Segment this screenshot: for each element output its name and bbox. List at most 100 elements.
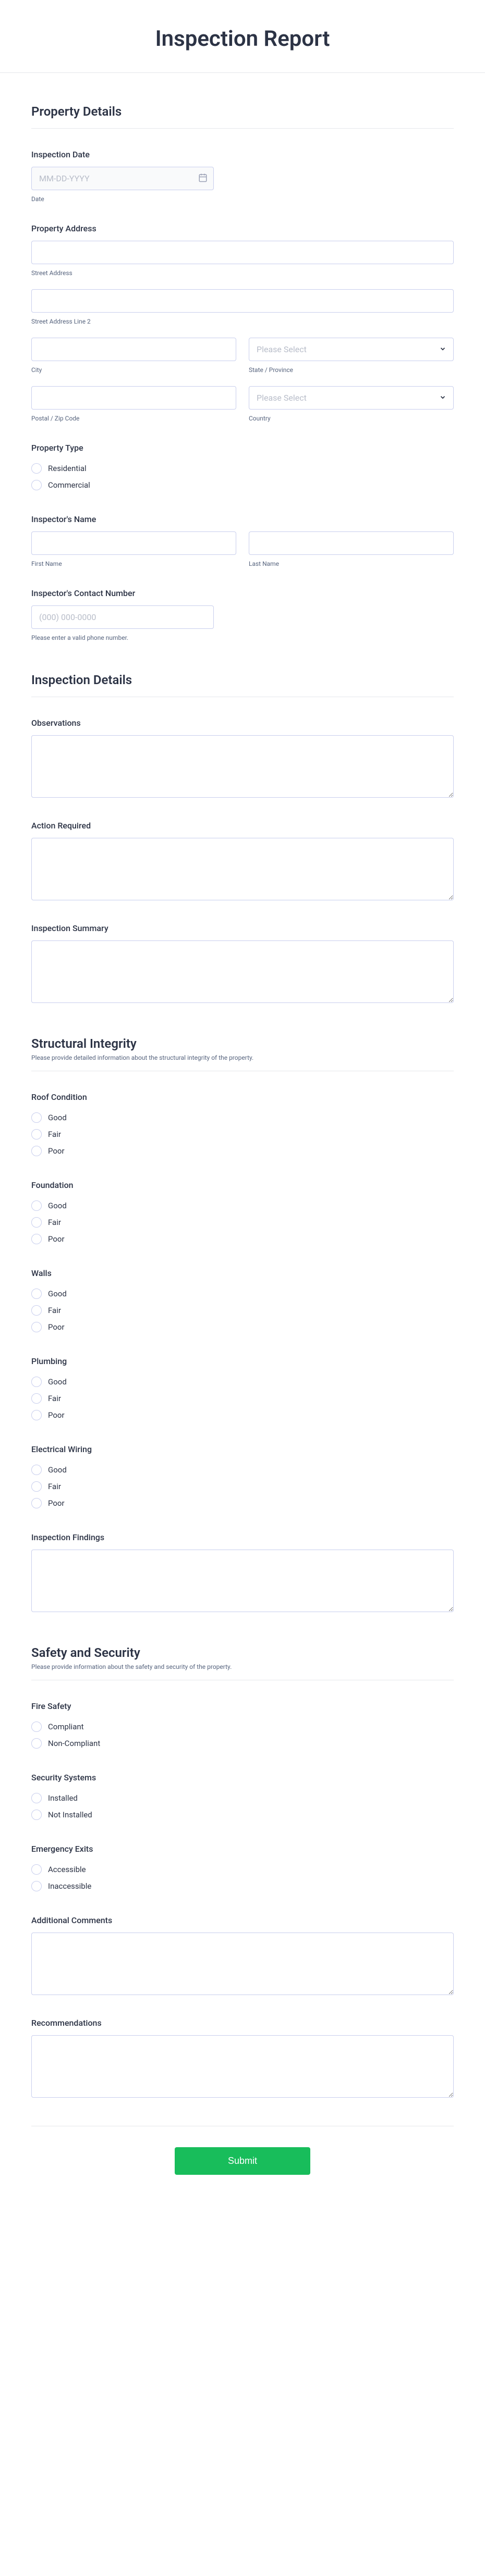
postal-input[interactable] <box>31 386 236 410</box>
property-address-label: Property Address <box>31 224 454 233</box>
radio-item[interactable]: Inaccessible <box>31 1878 454 1894</box>
inspection-summary-textarea[interactable] <box>31 940 454 1003</box>
roof-radio[interactable] <box>31 1112 42 1123</box>
radio-label: Fair <box>48 1218 61 1227</box>
radio-item[interactable]: Fair <box>31 1126 454 1143</box>
country-select[interactable]: Please Select <box>249 386 454 410</box>
radio-item[interactable]: Good <box>31 1285 454 1302</box>
roof-radio[interactable] <box>31 1146 42 1156</box>
recommendations-textarea[interactable] <box>31 2035 454 2098</box>
radio-label: Poor <box>48 1498 65 1508</box>
roof-radio[interactable] <box>31 1129 42 1140</box>
electrical-radio[interactable] <box>31 1481 42 1492</box>
electrical-radio[interactable] <box>31 1498 42 1508</box>
city-sublabel: City <box>31 366 236 374</box>
section-title: Inspection Details <box>31 673 454 687</box>
street-sublabel: Street Address <box>31 269 454 277</box>
foundation-radio[interactable] <box>31 1217 42 1228</box>
section-inspection-details: Inspection Details <box>31 673 454 697</box>
section-title: Safety and Security <box>31 1645 454 1660</box>
property-type-label: Property Type <box>31 443 454 453</box>
radio-item[interactable]: Good <box>31 1462 454 1478</box>
radio-item[interactable]: Fair <box>31 1478 454 1495</box>
section-title: Property Details <box>31 104 454 119</box>
radio-item[interactable]: Poor <box>31 1231 454 1247</box>
radio-item[interactable]: Fair <box>31 1390 454 1407</box>
emergency-exits-label: Emergency Exits <box>31 1844 454 1854</box>
fire-safety-label: Fire Safety <box>31 1701 454 1711</box>
phone-sublabel: Please enter a valid phone number. <box>31 634 454 641</box>
security-radio[interactable] <box>31 1793 42 1803</box>
radio-item[interactable]: Installed <box>31 1790 454 1806</box>
inspection-date-input[interactable] <box>31 167 214 190</box>
radio-label: Fair <box>48 1306 61 1315</box>
electrical-radio[interactable] <box>31 1465 42 1475</box>
foundation-radio[interactable] <box>31 1234 42 1244</box>
property-type-radio[interactable] <box>31 480 42 490</box>
inspection-date-sublabel: Date <box>31 195 454 203</box>
radio-label: Commercial <box>48 480 90 490</box>
radio-item[interactable]: Not Installed <box>31 1806 454 1823</box>
radio-item[interactable]: Good <box>31 1109 454 1126</box>
exits-radio[interactable] <box>31 1864 42 1875</box>
walls-radio[interactable] <box>31 1305 42 1316</box>
street-address-2-input[interactable] <box>31 289 454 313</box>
plumbing-radio[interactable] <box>31 1410 42 1420</box>
street-address-input[interactable] <box>31 241 454 264</box>
state-select[interactable]: Please Select <box>249 338 454 361</box>
radio-label: Inaccessible <box>48 1881 91 1891</box>
radio-label: Poor <box>48 1410 65 1420</box>
inspection-findings-textarea[interactable] <box>31 1550 454 1612</box>
action-required-textarea[interactable] <box>31 838 454 900</box>
radio-item[interactable]: Accessible <box>31 1861 454 1878</box>
fire-safety-radio[interactable] <box>31 1722 42 1732</box>
observations-textarea[interactable] <box>31 735 454 798</box>
radio-item[interactable]: Poor <box>31 1495 454 1512</box>
radio-label: Poor <box>48 1234 65 1244</box>
observations-label: Observations <box>31 718 454 728</box>
last-name-input[interactable] <box>249 531 454 555</box>
phone-input[interactable] <box>31 605 214 629</box>
foundation-label: Foundation <box>31 1180 454 1190</box>
radio-item[interactable]: Fair <box>31 1302 454 1319</box>
radio-label: Poor <box>48 1322 65 1332</box>
walls-radio[interactable] <box>31 1322 42 1332</box>
radio-item[interactable]: Fair <box>31 1214 454 1231</box>
radio-item[interactable]: Compliant <box>31 1718 454 1735</box>
first-name-sublabel: First Name <box>31 560 236 567</box>
city-input[interactable] <box>31 338 236 361</box>
inspector-phone-label: Inspector's Contact Number <box>31 588 454 598</box>
radio-item[interactable]: Residential <box>31 460 454 477</box>
radio-item[interactable]: Non-Compliant <box>31 1735 454 1752</box>
plumbing-radio[interactable] <box>31 1377 42 1387</box>
radio-label: Accessible <box>48 1865 86 1874</box>
section-structural: Structural Integrity Please provide deta… <box>31 1036 454 1071</box>
exits-radio[interactable] <box>31 1881 42 1891</box>
section-subtitle: Please provide information about the saf… <box>31 1663 454 1670</box>
radio-item[interactable]: Poor <box>31 1319 454 1335</box>
fire-safety-radio[interactable] <box>31 1738 42 1749</box>
radio-item[interactable]: Good <box>31 1373 454 1390</box>
radio-label: Good <box>48 1113 67 1122</box>
radio-label: Fair <box>48 1482 61 1491</box>
submit-button[interactable]: Submit <box>175 2147 310 2175</box>
radio-label: Fair <box>48 1130 61 1139</box>
radio-item[interactable]: Poor <box>31 1143 454 1159</box>
first-name-input[interactable] <box>31 531 236 555</box>
radio-label: Good <box>48 1289 67 1298</box>
radio-label: Good <box>48 1201 67 1210</box>
radio-label: Compliant <box>48 1722 84 1731</box>
foundation-radio[interactable] <box>31 1200 42 1211</box>
walls-label: Walls <box>31 1268 454 1278</box>
radio-label: Fair <box>48 1394 61 1403</box>
additional-comments-textarea[interactable] <box>31 1933 454 1995</box>
inspector-name-label: Inspector's Name <box>31 514 454 524</box>
radio-item[interactable]: Good <box>31 1197 454 1214</box>
walls-radio[interactable] <box>31 1289 42 1299</box>
radio-item[interactable]: Commercial <box>31 477 454 493</box>
security-radio[interactable] <box>31 1810 42 1820</box>
plumbing-radio[interactable] <box>31 1393 42 1404</box>
property-type-radio[interactable] <box>31 463 42 474</box>
radio-item[interactable]: Poor <box>31 1407 454 1423</box>
radio-label: Installed <box>48 1793 78 1803</box>
